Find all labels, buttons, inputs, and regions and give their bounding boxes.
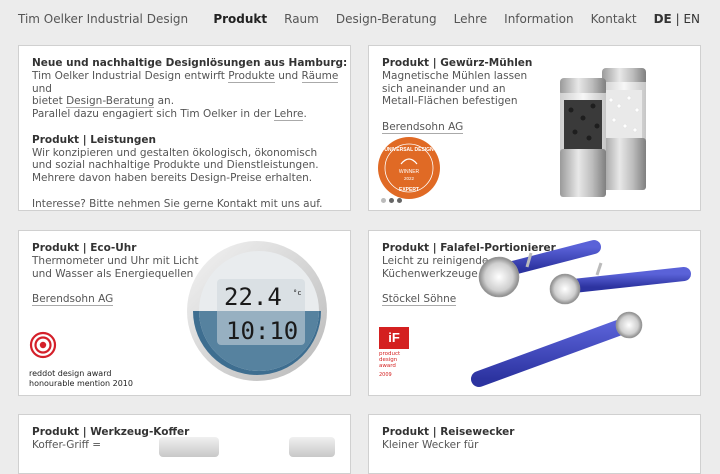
intro-line-1: Tim Oelker Industrial Design entwirft Pr… [32, 69, 339, 95]
link-berendsohn-clock[interactable]: Berendsohn AG [32, 293, 114, 307]
reddot-logo [29, 331, 57, 359]
falafel-tools-photo [471, 240, 691, 387]
if-design-award-logo: iF product design award 2009 [379, 327, 409, 385]
mills-desc-3: Metall-Flächen befestigen [382, 95, 518, 108]
eco-clock-photo: 22.4 °c 10:10 [187, 241, 327, 381]
mills-desc-1: Magnetische Mühlen lassen [382, 69, 528, 82]
nav-raum[interactable]: Raum [284, 12, 319, 26]
carousel-dot-2[interactable] [389, 198, 394, 203]
product-card-alarm[interactable]: Produkt | Reisewecker Kleiner Wecker für [368, 414, 701, 474]
product-card-spice-mills[interactable]: Produkt | Gewürz-Mühlen Magnetische Mühl… [368, 45, 701, 211]
if-award-year: 2009 [379, 372, 392, 378]
nav-design-beratung[interactable]: Design-Beratung [336, 12, 437, 26]
nav-kontakt[interactable]: Kontakt [591, 12, 637, 26]
toolbox-photo [159, 437, 219, 457]
if-logo-mark: iF [379, 327, 409, 349]
intro-line-2: bietet Design-Beratung an. [32, 95, 175, 109]
product-card-toolbox[interactable]: Produkt | Werkzeug-Koffer Koffer-Griff = [18, 414, 351, 474]
services-line-2: und sozial nachhaltige Produkte und Dien… [32, 159, 319, 172]
contact-line: Interesse? Bitte nehmen Sie gerne Kontak… [32, 197, 323, 210]
mills-title: Produkt | Gewürz-Mühlen [382, 57, 533, 69]
reddot-award-mention: honourable mention 2010 [29, 378, 133, 388]
clock-temp-display: 22.4 [224, 283, 282, 311]
services-heading: Produkt | Leistungen [32, 133, 156, 146]
clock-text: Produkt | Eco-Uhr Thermometer und Uhr mi… [32, 242, 199, 307]
language-switch: DE | EN [654, 12, 700, 26]
link-design-beratung[interactable]: Design-Beratung [66, 95, 155, 109]
carousel-dot-1[interactable] [381, 198, 386, 203]
link-stoeckel-soehne[interactable]: Stöckel Söhne [382, 293, 457, 307]
link-produkte[interactable]: Produkte [228, 69, 275, 83]
carousel-dot-3[interactable] [397, 198, 402, 203]
intro-text: Neue und nachhaltige Designlösungen aus … [32, 57, 350, 210]
reddot-award-name: reddot design award [29, 369, 112, 378]
nav-information[interactable]: Information [504, 12, 573, 26]
main-nav: Produkt Raum Design-Beratung Lehre Infor… [213, 12, 700, 26]
link-kontakt[interactable]: Kontakt [216, 197, 258, 210]
clock-desc-2: und Wasser als Energiequellen [32, 267, 194, 280]
carousel-dots [381, 198, 402, 203]
toolbox-photo-2 [289, 437, 335, 457]
services-line-1: Wir konzipieren und gestalten ökologisch… [32, 146, 318, 159]
link-berendsohn-mills[interactable]: Berendsohn AG [382, 120, 464, 134]
nav-produkt[interactable]: Produkt [213, 12, 267, 26]
clock-title: Produkt | Eco-Uhr [32, 242, 137, 254]
services-line-3: Mehrere davon haben bereits Design-Preis… [32, 172, 313, 185]
reddot-award-text: reddot design award honourable mention 2… [29, 369, 133, 388]
header: Tim Oelker Industrial Design Produkt Rau… [0, 0, 720, 40]
clock-temp-unit: °c [293, 289, 301, 297]
product-card-eco-clock[interactable]: Produkt | Eco-Uhr Thermometer und Uhr mi… [18, 230, 351, 396]
alarm-title: Produkt | Reisewecker [382, 426, 515, 438]
nav-lehre[interactable]: Lehre [454, 12, 488, 26]
link-lehre[interactable]: Lehre [274, 108, 304, 122]
intro-card: Neue und nachhaltige Designlösungen aus … [18, 45, 351, 211]
brand-name[interactable]: Tim Oelker Industrial Design [18, 12, 188, 26]
universal-design-badge: UNIVERSAL DESIGN WINNER 2022 EXPERT [378, 137, 440, 199]
product-card-falafel[interactable]: Produkt | Falafel-Portionierer Leicht zu… [368, 230, 701, 396]
if-award-label: product design award [379, 351, 401, 369]
badge-bottom-text: EXPERT [399, 187, 419, 193]
link-raeume[interactable]: Räume [301, 69, 339, 83]
lang-en[interactable]: EN [683, 12, 700, 26]
lang-de[interactable]: DE [654, 12, 672, 26]
mills-desc-2: sich aneinander und an [382, 82, 506, 95]
clock-time-display: 10:10 [226, 317, 298, 345]
alarm-text: Produkt | Reisewecker Kleiner Wecker für [382, 426, 514, 452]
spice-mills-photo [560, 68, 646, 197]
mills-text: Produkt | Gewürz-Mühlen Magnetische Mühl… [382, 57, 532, 134]
intro-title: Neue und nachhaltige Designlösungen aus … [32, 57, 348, 69]
badge-mid-text: WINNER [399, 169, 420, 175]
intro-line-3: Parallel dazu engagiert sich Tim Oelker … [32, 108, 307, 122]
lang-separator: | [675, 12, 680, 26]
badge-year-text: 2022 [404, 176, 415, 181]
badge-top-text: UNIVERSAL DESIGN [384, 147, 434, 153]
clock-desc-1: Thermometer und Uhr mit Licht [32, 254, 199, 267]
